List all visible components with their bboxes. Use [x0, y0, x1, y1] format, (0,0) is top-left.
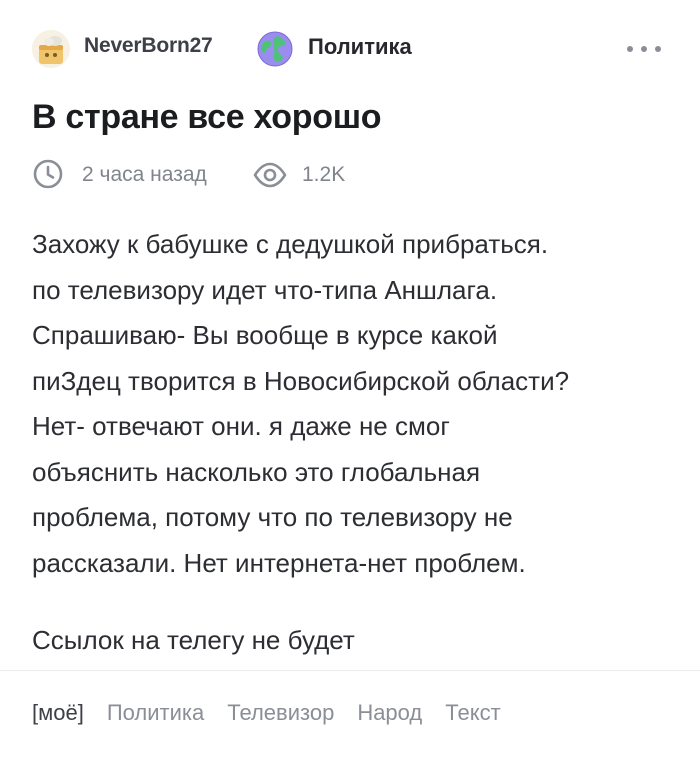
- tag-televizor[interactable]: Телевизор: [227, 700, 334, 726]
- post-paragraph: Нет- отвечают они. я даже не смог: [32, 411, 450, 441]
- post-header: NeverBorn27 Политика: [0, 0, 700, 100]
- post-paragraph: Захожу к бабушке с дедушкой прибраться.: [32, 229, 549, 259]
- clock-icon: [32, 158, 64, 190]
- post-closing-line: Ссылок на телегу не будет: [32, 625, 355, 655]
- post-paragraph: рассказали. Нет интернета-нет проблем.: [32, 547, 526, 578]
- dot: [641, 46, 647, 52]
- eye-icon: [252, 160, 288, 190]
- dot: [627, 46, 633, 52]
- post-time: 2 часа назад: [82, 163, 207, 186]
- post-paragraph: объяснить насколько это глобальная: [32, 456, 481, 487]
- tag-narod[interactable]: Народ: [357, 700, 422, 726]
- dot: [655, 46, 661, 52]
- post-title[interactable]: В стране все хорошо: [32, 98, 382, 137]
- post-paragraph: пиЗдец творится в Новосибирской области?: [32, 365, 570, 396]
- post-paragraph: проблема, потому что по телевизору не: [32, 502, 513, 532]
- post-body: Захожу к бабушке с дедушкой прибраться. …: [32, 222, 682, 586]
- post-paragraph: по телевизору идет что-типа Аншлага.: [32, 274, 498, 305]
- tag-tekst[interactable]: Текст: [445, 700, 500, 726]
- post-meta: 2 часа назад 1.2K: [32, 156, 672, 192]
- view-count: 1.2K: [302, 163, 346, 186]
- tag-politika[interactable]: Политика: [107, 700, 204, 726]
- more-dots-icon[interactable]: [624, 34, 664, 64]
- tag-moe[interactable]: [моё]: [32, 700, 84, 726]
- globe-icon[interactable]: [256, 30, 294, 68]
- tag-list: [моё] Политика Телевизор Народ Текст: [32, 700, 501, 726]
- author-avatar[interactable]: [32, 30, 70, 68]
- post-paragraph: Спрашиваю- Вы вообще в курсе какой: [32, 320, 498, 350]
- divider: [0, 670, 700, 671]
- community-name[interactable]: Политика: [308, 34, 412, 60]
- author-name[interactable]: NeverBorn27: [84, 34, 213, 58]
